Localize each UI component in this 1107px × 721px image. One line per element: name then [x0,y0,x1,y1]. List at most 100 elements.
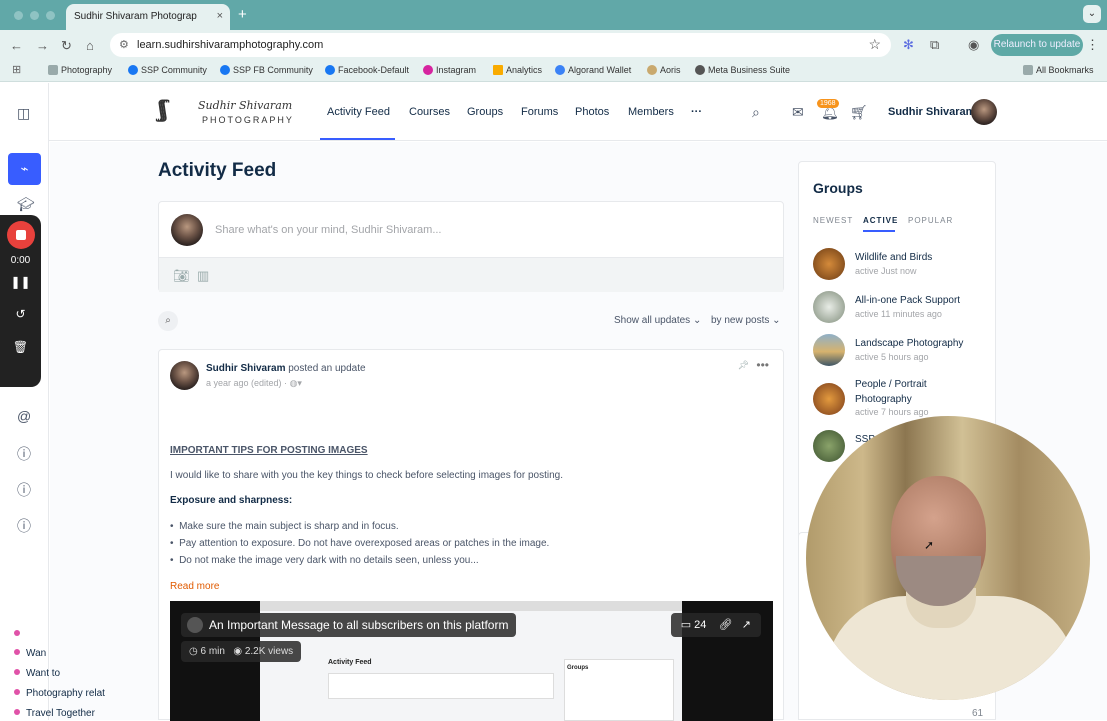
tab-title: Sudhir Shivaram Photograp [74,11,197,22]
comment-icon[interactable]: ▭ [681,619,691,631]
forum-item[interactable]: Wan [14,648,46,659]
post-composer[interactable]: Share what's on your mind, Sudhir Shivar… [158,201,784,292]
active-nav-indicator [320,138,395,140]
bookmark-item[interactable]: Photography [48,65,112,75]
courses-icon[interactable]: 🎓︎ [17,196,35,213]
bookmark-item[interactable]: SSP Community [128,65,207,75]
tab-close-icon[interactable]: × [217,10,223,22]
video-actions: ▭ 24 🔗︎ ↗ [670,613,761,637]
relaunch-button[interactable]: Relaunch to update [991,34,1083,56]
browser-tab[interactable]: Sudhir Shivaram Photograp × [66,4,230,30]
video-embed[interactable]: Activity Feed Groups An Important Messag… [170,601,773,721]
bookmarks-bar: ⊞ Photography SSP Community SSP FB Commu… [0,60,1107,82]
group-name[interactable]: Landscape Photography [855,336,985,351]
post-author[interactable]: Sudhir Shivaram [206,363,285,374]
list-item: • Do not make the image very dark with n… [170,555,479,566]
window-minimize-dot[interactable] [30,11,39,20]
forum-item[interactable]: Travel Together [14,708,95,719]
forum-item[interactable]: Photography relat [14,688,105,699]
group-avatar [813,334,845,366]
bookmark-item[interactable]: Aoris [647,65,681,75]
tab-popular[interactable]: POPULAR [908,216,953,225]
info-icon[interactable]: ⓘ [17,516,31,536]
forum-item[interactable]: Want to [14,668,60,679]
pin-icon[interactable]: 📌︎ [738,360,749,371]
feed-search-icon[interactable]: ⌕ [158,311,178,331]
tab-newest[interactable]: NEWEST [813,216,853,225]
mentions-icon[interactable]: @ [17,408,31,424]
nav-photos[interactable]: Photos [575,106,609,118]
bookmark-item[interactable]: Meta Business Suite [695,65,790,75]
user-name[interactable]: Sudhir Shivaram [888,106,975,118]
post-meta: a year ago (edited) · ◍▾ [206,378,302,389]
bookmark-item[interactable]: Analytics [493,65,542,75]
bookmark-star-icon[interactable]: ☆ [868,36,881,53]
browser-menu-icon[interactable]: ⋮ [1086,37,1099,53]
apps-grid-icon[interactable]: ⊞ [12,63,21,76]
video-frame-bar [260,601,682,611]
profile-icon[interactable]: ◉ [968,37,979,53]
read-more-link[interactable]: Read more [170,581,219,592]
avatar[interactable] [170,361,199,390]
reload-icon[interactable]: ↻ [61,38,72,54]
restart-icon[interactable]: ↺ [0,307,41,321]
nav-activity-feed[interactable]: Activity Feed [327,106,390,118]
window-close-dot[interactable] [14,11,23,20]
search-icon[interactable]: ⌕ [752,104,760,121]
window-maximize-dot[interactable] [46,11,55,20]
composer-input[interactable]: Share what's on your mind, Sudhir Shivar… [215,224,441,236]
video-duration: 6 min [200,646,225,657]
tab-search-icon[interactable]: ⌄ [1083,5,1101,23]
bookmark-item[interactable]: SSP FB Community [220,65,313,75]
info-icon[interactable]: ⓘ [17,480,31,500]
nav-groups[interactable]: Groups [467,106,503,118]
activity-icon[interactable]: ⌁ [8,153,41,185]
new-tab-icon[interactable]: + [238,6,247,23]
site-header: ʃʃʃ Sudhir Shivaram PHOTOGRAPHY Activity… [49,83,1107,141]
inbox-icon[interactable]: ✉ [792,104,804,121]
bookmark-item[interactable]: Instagram [423,65,476,75]
extensions-puzzle-icon[interactable]: ⧉ [930,37,939,53]
link-icon[interactable]: 🔗︎ [719,619,733,631]
pause-icon[interactable]: ❚❚ [0,275,41,289]
cart-icon[interactable]: 🛒︎ [850,104,868,121]
site-logo[interactable]: ʃʃʃ Sudhir Shivaram PHOTOGRAPHY [158,98,308,128]
stop-recording-button[interactable] [7,221,35,249]
group-name[interactable]: People / Portrait Photography [855,377,985,407]
group-name[interactable]: All-in-one Pack Support [855,293,985,308]
poll-icon[interactable]: ▥ [197,268,209,284]
globe-icon[interactable]: ◍▾ [290,378,302,388]
activity-post: Sudhir Shivaram posted an update a year … [158,349,784,721]
active-tab-indicator [863,230,895,232]
nav-forums[interactable]: Forums [521,106,558,118]
nav-members[interactable]: Members [628,106,674,118]
info-icon[interactable]: ⓘ [17,444,31,464]
sidebar-toggle-icon[interactable]: ◫ [17,105,30,122]
comment-count: 24 [694,619,707,631]
post-heading: IMPORTANT TIPS FOR POSTING IMAGES [170,445,368,456]
address-bar[interactable]: ⚙ learn.sudhirshivaramphotography.com ☆ [110,33,891,57]
logo-text: Sudhir Shivaram [198,99,293,112]
nav-courses[interactable]: Courses [409,106,450,118]
avatar[interactable] [971,99,997,125]
video-title-bar[interactable]: An Important Message to all subscribers … [181,613,517,637]
webcam-overlay[interactable] [806,416,1090,700]
filter-updates-select[interactable]: Show all updates ⌄ [614,315,701,326]
trash-icon[interactable]: 🗑︎ [0,340,41,354]
camera-icon[interactable]: 📷︎ [173,268,190,284]
extension-icon[interactable]: ✻ [903,37,914,53]
bookmark-item[interactable]: Facebook-Default [325,65,409,75]
all-bookmarks-folder[interactable]: All Bookmarks [1023,65,1094,75]
post-more-icon[interactable]: ••• [756,358,769,372]
forward-icon[interactable]: → [36,38,49,53]
bookmark-item[interactable]: Algorand Wallet [555,65,631,75]
sort-select[interactable]: by new posts ⌄ [711,315,781,326]
nav-more[interactable]: ··· [691,106,702,118]
group-name[interactable]: Wildlife and Birds [855,250,985,265]
forum-item[interactable] [14,629,26,640]
site-info-icon[interactable]: ⚙ [119,38,129,51]
tab-active[interactable]: ACTIVE [863,216,898,225]
home-icon[interactable]: ⌂ [86,38,94,53]
external-link-icon[interactable]: ↗ [742,619,751,631]
back-icon[interactable]: ← [10,38,23,53]
